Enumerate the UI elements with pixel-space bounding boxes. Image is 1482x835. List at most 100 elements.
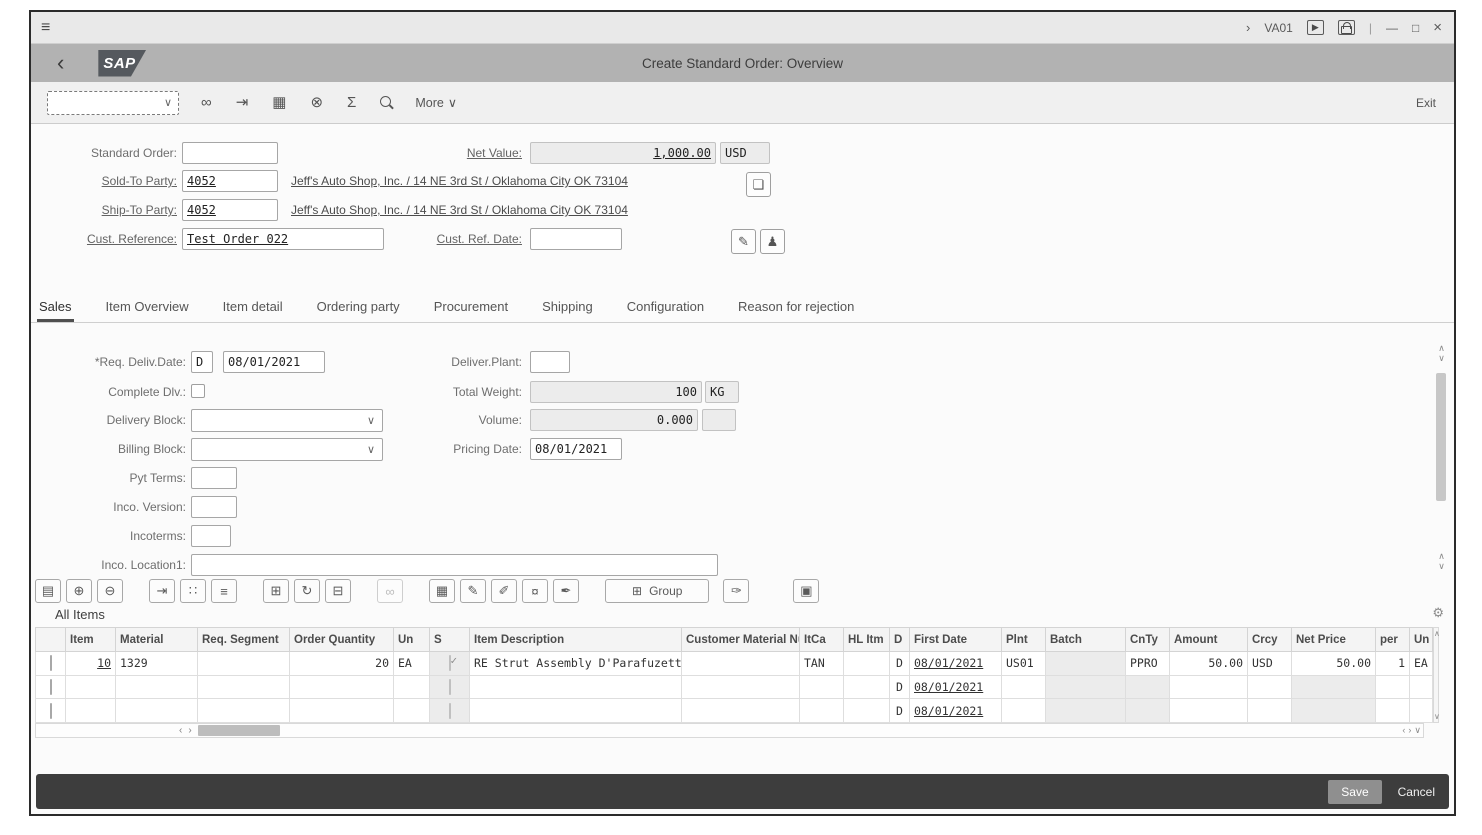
inco-version-input[interactable] [191, 496, 237, 518]
group-button[interactable]: ⊞ Group [605, 579, 709, 603]
req-segment-cell[interactable] [198, 652, 290, 676]
session-lock-icon[interactable] [1338, 20, 1355, 35]
column-header[interactable]: S [430, 628, 470, 652]
scroll-down-icon[interactable]: ∨ [1435, 353, 1448, 363]
page-icon[interactable]: ❏ [746, 172, 771, 197]
description-cell[interactable]: RE Strut Assembly D'Parafuzetta [470, 652, 682, 676]
wand-button[interactable]: ✑ [723, 579, 749, 603]
stamp-icon[interactable]: ♟ [760, 229, 785, 254]
req-deliv-date-input[interactable] [223, 351, 325, 373]
signature-button[interactable]: ✒ [553, 579, 579, 603]
calculator-icon[interactable]: ▦ [272, 95, 286, 110]
display-other-order-icon[interactable]: ∞ [201, 95, 212, 110]
exit-button[interactable]: Exit [1416, 96, 1454, 110]
d-cell[interactable]: D [890, 699, 910, 723]
order-quantity-cell[interactable] [290, 675, 394, 699]
first-date-link[interactable]: 08/01/2021 [914, 656, 983, 670]
d-cell[interactable]: D [890, 675, 910, 699]
propose-items-button[interactable]: ↻ [294, 579, 320, 603]
delivery-block-select[interactable]: ∨ [191, 409, 383, 432]
play-icon[interactable]: ▶ [1307, 20, 1324, 35]
tab-content-scrollbar[interactable]: ∧ ∨ ∧ ∨ [1435, 343, 1448, 571]
column-header[interactable]: Un [394, 628, 430, 652]
minimize-button[interactable]: — [1386, 21, 1398, 35]
scroll-left-icon[interactable]: ‹ [1402, 725, 1405, 736]
ship-to-address-link[interactable]: Jeff's Auto Shop, Inc. / 14 NE 3rd St / … [291, 199, 628, 221]
column-header[interactable]: HL Itm [844, 628, 890, 652]
req-segment-cell[interactable] [198, 675, 290, 699]
row-select-checkbox[interactable] [50, 655, 52, 671]
column-header[interactable]: Material [116, 628, 198, 652]
standard-order-input[interactable] [182, 142, 278, 164]
table-vertical-scrollbar[interactable]: ∧ ∨ [1433, 627, 1439, 723]
incoterms-input[interactable] [191, 525, 231, 547]
column-header[interactable]: First Date [910, 628, 1002, 652]
tab-ordering-party[interactable]: Ordering party [315, 293, 402, 322]
chevron-down-icon[interactable]: ∨ [164, 96, 172, 109]
amount-cell[interactable] [1170, 699, 1248, 723]
scroll-down-icon[interactable]: ∨ [1435, 561, 1448, 571]
first-date-link[interactable]: 08/01/2021 [914, 680, 983, 694]
conditions-button[interactable]: ¤ [522, 579, 548, 603]
sort-list-button[interactable]: ≡ [211, 579, 237, 603]
unit-cell[interactable] [394, 675, 430, 699]
req-segment-cell[interactable] [198, 699, 290, 723]
hl-itm-cell[interactable] [844, 699, 890, 723]
column-header[interactable]: ItCa [800, 628, 844, 652]
scroll-right-icon[interactable]: › [1408, 725, 1411, 736]
column-header[interactable]: Crcy [1248, 628, 1292, 652]
pyt-terms-input[interactable] [191, 467, 237, 489]
tab-procurement[interactable]: Procurement [432, 293, 510, 322]
column-header[interactable]: Un [1410, 628, 1433, 652]
column-header[interactable]: Customer Material Number [682, 628, 800, 652]
column-header[interactable]: Order Quantity [290, 628, 394, 652]
scroll-up-icon[interactable]: ∧ [1435, 551, 1448, 561]
description-cell[interactable] [470, 675, 682, 699]
cust-ref-date-input[interactable] [530, 228, 622, 250]
column-header[interactable]: Batch [1046, 628, 1126, 652]
copy-button[interactable]: ⊞ [263, 579, 289, 603]
column-header[interactable]: Req. Segment [198, 628, 290, 652]
item-number-cell[interactable] [66, 699, 116, 723]
item-number-link[interactable]: 10 [97, 656, 111, 670]
scroll-right-icon[interactable]: › [185, 725, 194, 736]
deliver-plant-input[interactable] [530, 351, 570, 373]
configuration-button[interactable]: ▦ [429, 579, 455, 603]
unit-cell[interactable] [394, 699, 430, 723]
inco-location-input[interactable] [191, 554, 718, 576]
crcy-cell[interactable] [1248, 675, 1292, 699]
plant-cell[interactable]: US01 [1002, 652, 1046, 676]
tab-item-overview[interactable]: Item Overview [104, 293, 191, 322]
crcy-cell[interactable] [1248, 699, 1292, 723]
per-cell[interactable] [1376, 699, 1410, 723]
search-icon[interactable] [380, 95, 391, 110]
tab-shipping[interactable]: Shipping [540, 293, 595, 322]
itca-cell[interactable] [800, 675, 844, 699]
customer-material-cell[interactable] [682, 675, 800, 699]
column-header[interactable]: Plnt [1002, 628, 1046, 652]
command-field[interactable]: ∨ [47, 91, 179, 115]
order-quantity-cell[interactable] [290, 699, 394, 723]
delete-row-button[interactable]: ⊖ [97, 579, 123, 603]
tab-reason-for-rejection[interactable]: Reason for rejection [736, 293, 856, 322]
scroll-left-icon[interactable]: ‹ [176, 725, 185, 736]
crcy-cell[interactable]: USD [1248, 652, 1292, 676]
complete-dlv-checkbox[interactable] [191, 384, 205, 398]
scroll-down-icon[interactable]: ∨ [1434, 712, 1438, 721]
display-ranges-button[interactable]: ∷ [180, 579, 206, 603]
default-values-button[interactable]: ⇥ [149, 579, 175, 603]
amount-cell[interactable]: 50.00 [1170, 652, 1248, 676]
gear-icon[interactable]: ⚙ [1432, 605, 1444, 621]
sold-to-address-link[interactable]: Jeff's Auto Shop, Inc. / 14 NE 3rd St / … [291, 170, 628, 192]
insert-row-button[interactable]: ⊕ [66, 579, 92, 603]
row-select-checkbox[interactable] [50, 679, 52, 695]
sold-to-input[interactable] [182, 170, 278, 192]
material-cell[interactable] [116, 675, 198, 699]
hscrollbar-thumb[interactable] [198, 725, 280, 736]
cnty-cell[interactable]: PPRO [1126, 652, 1170, 676]
column-header[interactable]: Item [66, 628, 116, 652]
tab-configuration[interactable]: Configuration [625, 293, 706, 322]
scroll-up-icon[interactable]: ∧ [1435, 343, 1448, 353]
scrollbar-thumb[interactable] [1436, 373, 1446, 501]
req-deliv-type-input[interactable] [191, 351, 213, 373]
